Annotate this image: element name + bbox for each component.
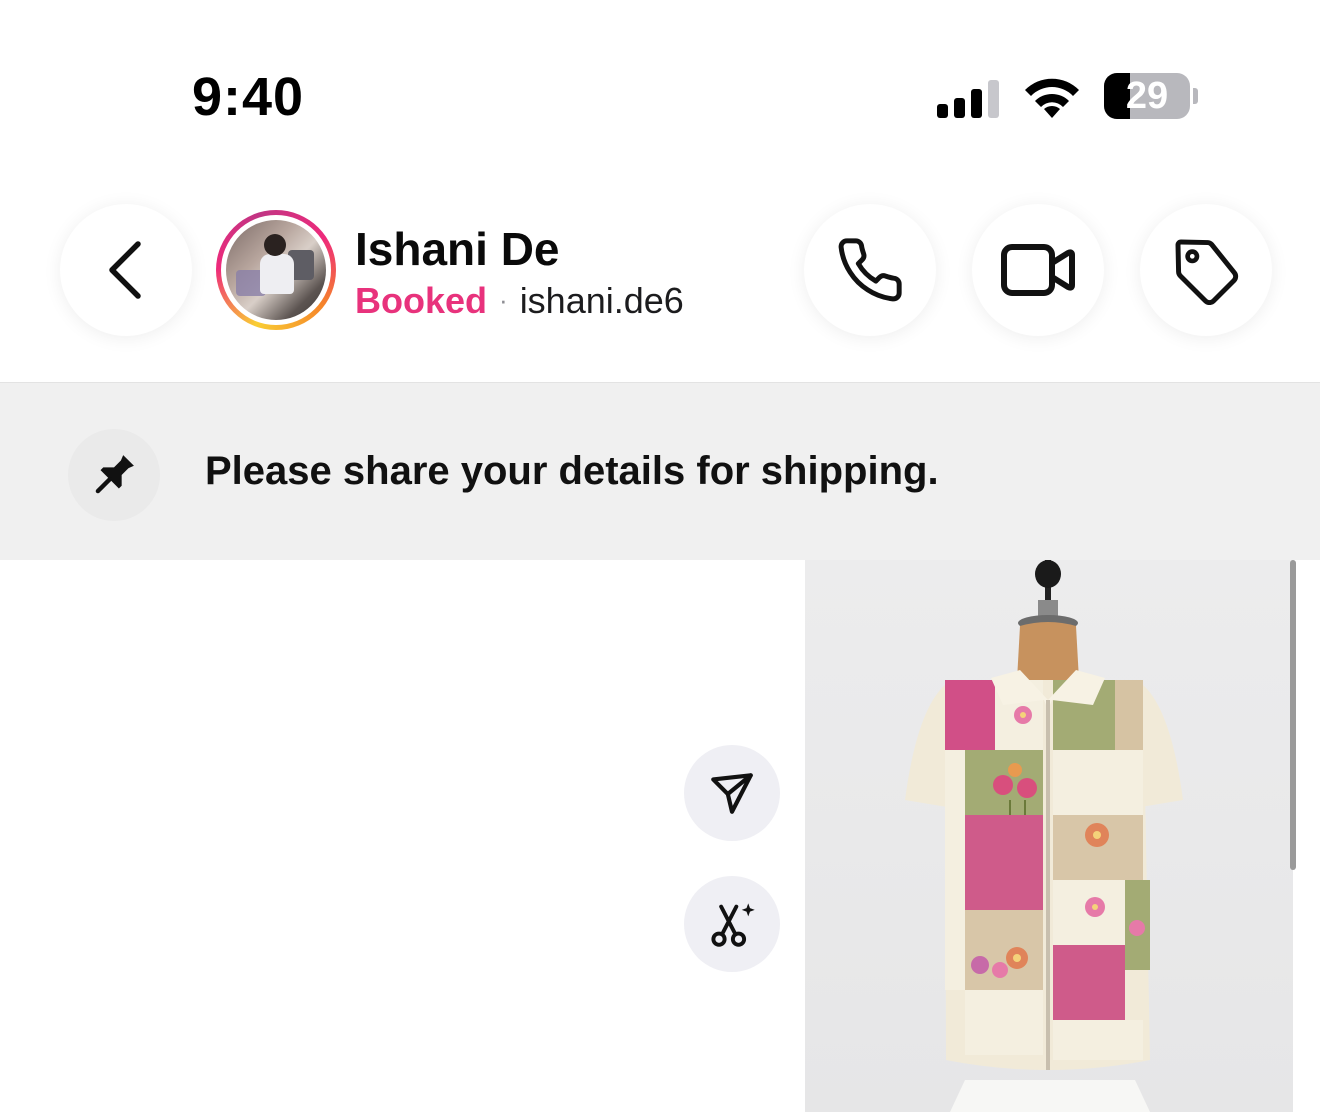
pin-icon-container — [68, 429, 160, 521]
battery-icon: 29 — [1104, 73, 1190, 119]
label-tag-button[interactable] — [1140, 204, 1272, 336]
avatar-photo — [226, 220, 326, 320]
wifi-icon — [1025, 78, 1079, 118]
separator-dot: · — [499, 285, 508, 315]
dm-thread-screen: 9:40 29 Ishani De Booked · ishani.de6 Pl… — [0, 0, 1320, 1112]
status-time: 9:40 — [192, 67, 305, 127]
audio-call-button[interactable] — [804, 204, 936, 336]
contact-subtitle: Booked · ishani.de6 — [355, 280, 684, 322]
pin-icon — [95, 455, 134, 494]
message-list — [0, 560, 1320, 1112]
cardigan-on-mannequin-image — [905, 560, 1183, 1112]
video-call-button[interactable] — [972, 204, 1104, 336]
phone-icon — [838, 238, 902, 302]
share-icon — [711, 773, 753, 814]
cellular-signal-icon — [937, 78, 1003, 118]
remix-icon — [711, 903, 755, 947]
battery-percent: 29 — [1125, 75, 1169, 117]
status-bar: 9:40 29 — [0, 0, 1320, 150]
share-button[interactable] — [684, 745, 780, 841]
remix-button[interactable] — [684, 876, 780, 972]
chevron-left-icon — [109, 241, 141, 299]
thread-header: Ishani De Booked · ishani.de6 — [0, 150, 1320, 382]
contact-name[interactable]: Ishani De — [355, 222, 560, 276]
scroll-indicator[interactable] — [1290, 560, 1296, 870]
video-camera-icon — [1001, 244, 1075, 296]
pinned-message-text: Please share your details for shipping. — [205, 449, 939, 493]
booking-status: Booked — [355, 280, 488, 321]
tag-icon — [1175, 239, 1239, 305]
avatar[interactable] — [216, 210, 336, 330]
battery-tip — [1193, 88, 1198, 104]
pinned-message-bar[interactable]: Please share your details for shipping. — [0, 382, 1320, 560]
shared-product-image[interactable] — [805, 560, 1293, 1112]
contact-username: ishani.de6 — [519, 280, 684, 321]
back-button[interactable] — [60, 204, 192, 336]
